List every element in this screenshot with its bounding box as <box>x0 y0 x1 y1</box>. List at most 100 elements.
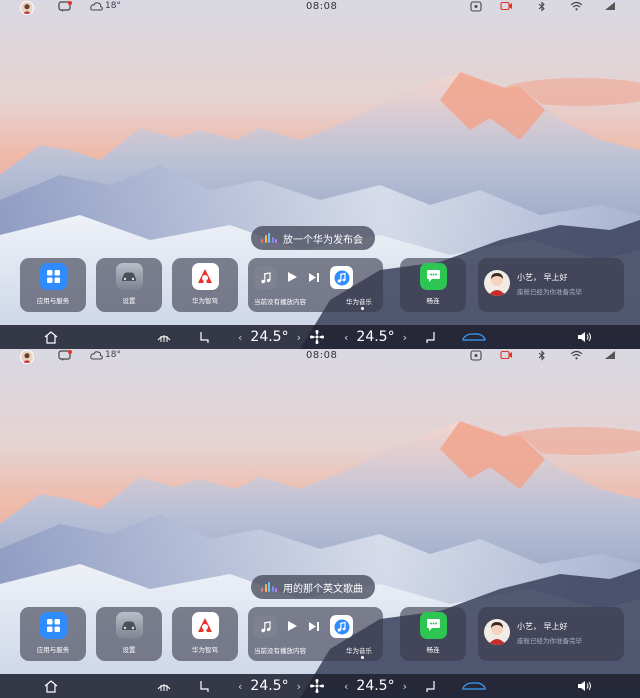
status-bar: 18° 08:08 <box>0 349 640 365</box>
media-status-text: 当前没有播放内容 <box>254 298 306 306</box>
right-seat-heat-icon[interactable] <box>425 325 437 349</box>
connect-label: 畅连 <box>426 646 440 654</box>
message-icon[interactable] <box>58 1 72 13</box>
left-temp-decrease-icon[interactable]: ‹ <box>238 331 242 344</box>
signal-icon <box>604 350 616 360</box>
settings-card[interactable]: 设置 <box>96 607 162 661</box>
volume-icon[interactable] <box>577 674 593 698</box>
huawei-drive-icon <box>191 263 219 290</box>
assistant-subtitle: 座舱已经为你准备完毕 <box>517 637 582 645</box>
connect-label: 畅连 <box>426 297 440 305</box>
wifi-icon[interactable] <box>570 350 583 360</box>
left-temperature: 24.5° <box>250 329 289 345</box>
assistant-avatar <box>484 270 510 296</box>
bluetooth-icon[interactable] <box>538 1 546 12</box>
rear-defrost-icon[interactable] <box>156 325 172 349</box>
voice-transcript: 用的那个英文歌曲 <box>283 583 363 595</box>
app-services-label: 应用与服务 <box>36 646 70 654</box>
left-temperature-control[interactable]: ‹ 24.5° › <box>238 325 301 349</box>
grid-icon <box>39 612 67 639</box>
home-icon[interactable] <box>44 674 58 698</box>
right-temp-increase-icon[interactable]: › <box>403 331 407 344</box>
left-seat-heat-icon[interactable] <box>198 674 210 698</box>
weather-temperature: 18° <box>105 350 121 360</box>
car-settings-icon <box>115 612 143 639</box>
huawei-music-icon[interactable] <box>330 266 353 289</box>
music-note-icon <box>254 615 277 638</box>
left-temp-decrease-icon[interactable]: ‹ <box>238 680 242 693</box>
assistant-greeting: 小艺， 早上好 <box>517 622 568 631</box>
huawei-music-icon[interactable] <box>330 615 353 638</box>
right-temperature-control[interactable]: ‹ 24.5° › <box>344 674 407 698</box>
car-screen-2: 18° 08:08 用的那个英文歌曲 应用与服务 设置 华为智驾 当前没有播放内… <box>0 349 640 698</box>
left-temp-increase-icon[interactable]: › <box>297 331 301 344</box>
right-temperature-control[interactable]: ‹ 24.5° › <box>344 325 407 349</box>
active-indicator-dot <box>361 307 364 310</box>
user-avatar[interactable] <box>20 1 34 15</box>
wifi-icon[interactable] <box>570 1 583 11</box>
settings-card[interactable]: 设置 <box>96 258 162 312</box>
clock: 08:08 <box>306 350 338 361</box>
cloud-icon <box>90 2 103 11</box>
status-bar: 18° 08:08 <box>0 0 640 16</box>
app-services-card[interactable]: 应用与服务 <box>20 258 86 312</box>
left-temperature-control[interactable]: ‹ 24.5° › <box>238 674 301 698</box>
rear-defrost-icon[interactable] <box>156 674 172 698</box>
connect-card[interactable]: 畅连 <box>400 607 466 661</box>
media-player-card[interactable]: 当前没有播放内容 华为音乐 <box>248 607 383 661</box>
right-temperature: 24.5° <box>356 329 395 345</box>
left-seat-heat-icon[interactable] <box>198 325 210 349</box>
left-temp-increase-icon[interactable]: › <box>297 680 301 693</box>
car-screen-1: 18° 08:08 放一个华为发布会 应用与服务 设置 华为智驾 当前没有播放内… <box>0 0 640 349</box>
assistant-subtitle: 座舱已经为你准备完毕 <box>517 288 582 296</box>
grid-icon <box>39 263 67 290</box>
right-temp-increase-icon[interactable]: › <box>403 680 407 693</box>
car-status-icon[interactable] <box>462 674 486 698</box>
media-player-card[interactable]: 当前没有播放内容 华为音乐 <box>248 258 383 312</box>
cast-icon[interactable] <box>470 1 482 12</box>
next-track-icon[interactable] <box>308 617 320 636</box>
play-icon[interactable] <box>287 268 298 287</box>
dashcam-icon[interactable] <box>500 1 513 11</box>
right-temp-decrease-icon[interactable]: ‹ <box>344 680 348 693</box>
voice-wave-icon <box>261 233 277 243</box>
huawei-drive-card[interactable]: 华为智驾 <box>172 607 238 661</box>
media-status-text: 当前没有播放内容 <box>254 647 306 655</box>
user-avatar[interactable] <box>20 350 34 364</box>
xiaoyi-assistant-card[interactable]: 小艺， 早上好 座舱已经为你准备完毕 <box>478 258 624 312</box>
right-seat-heat-icon[interactable] <box>425 674 437 698</box>
assistant-greeting: 小艺， 早上好 <box>517 273 568 282</box>
weather[interactable]: 18° <box>90 350 121 360</box>
dashcam-icon[interactable] <box>500 350 513 360</box>
huawei-music-label: 华为音乐 <box>346 298 372 306</box>
fan-icon[interactable] <box>309 674 325 698</box>
climate-bar: ‹ 24.5° › ‹ 24.5° › <box>0 674 640 698</box>
climate-bar: ‹ 24.5° › ‹ 24.5° › <box>0 325 640 349</box>
bluetooth-icon[interactable] <box>538 350 546 361</box>
app-services-card[interactable]: 应用与服务 <box>20 607 86 661</box>
right-temperature: 24.5° <box>356 678 395 694</box>
huawei-drive-card[interactable]: 华为智驾 <box>172 258 238 312</box>
car-status-icon[interactable] <box>462 325 486 349</box>
home-icon[interactable] <box>44 325 58 349</box>
voice-assistant-bubble[interactable]: 用的那个英文歌曲 <box>251 575 375 599</box>
volume-icon[interactable] <box>577 325 593 349</box>
cast-icon[interactable] <box>470 350 482 361</box>
fan-icon[interactable] <box>309 325 325 349</box>
play-icon[interactable] <box>287 617 298 636</box>
right-temp-decrease-icon[interactable]: ‹ <box>344 331 348 344</box>
xiaoyi-assistant-card[interactable]: 小艺， 早上好 座舱已经为你准备完毕 <box>478 607 624 661</box>
next-track-icon[interactable] <box>308 268 320 287</box>
huawei-music-label: 华为音乐 <box>346 647 372 655</box>
connect-card[interactable]: 畅连 <box>400 258 466 312</box>
voice-assistant-bubble[interactable]: 放一个华为发布会 <box>251 226 375 250</box>
huawei-drive-label: 华为智驾 <box>192 297 218 305</box>
weather-temperature: 18° <box>105 1 121 11</box>
app-services-label: 应用与服务 <box>36 297 70 305</box>
huawei-drive-label: 华为智驾 <box>192 646 218 654</box>
cloud-icon <box>90 351 103 360</box>
weather[interactable]: 18° <box>90 1 121 11</box>
settings-label: 设置 <box>122 297 136 305</box>
message-icon[interactable] <box>58 350 72 362</box>
active-indicator-dot <box>361 656 364 659</box>
